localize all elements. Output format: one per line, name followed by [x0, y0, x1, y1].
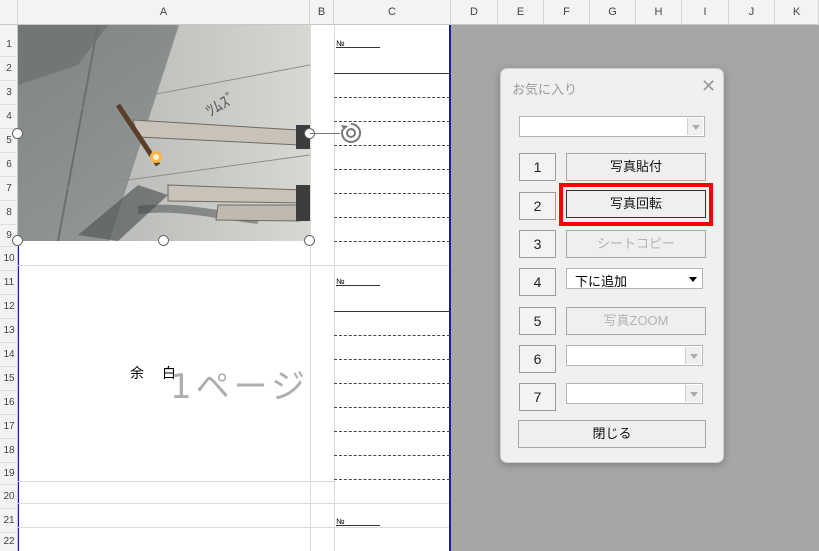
row-header[interactable]: 4 [0, 105, 18, 129]
cell-border [334, 193, 450, 194]
column-header-k[interactable]: K [775, 0, 819, 25]
cell-border [334, 383, 450, 384]
row-header[interactable]: 6 [0, 153, 18, 177]
cell-border [334, 407, 450, 408]
option-6-dropdown[interactable] [566, 345, 703, 366]
cell-border [18, 527, 449, 528]
row-header[interactable]: 3 [0, 81, 18, 105]
add-below-dropdown[interactable]: 下に追加 [566, 268, 703, 289]
column-header-bar: A B C D E F G H I J K [0, 0, 819, 25]
number-button-4[interactable]: 4 [519, 268, 556, 296]
chevron-down-icon[interactable] [687, 118, 703, 135]
cell-border [334, 97, 450, 98]
chevron-down-icon[interactable] [685, 347, 701, 364]
column-header-e[interactable]: E [498, 0, 544, 25]
highlight-box [559, 183, 713, 226]
cell-border [334, 73, 450, 74]
cell-border [334, 169, 450, 170]
number-button-3[interactable]: 3 [519, 230, 556, 258]
number-button-2[interactable]: 2 [519, 192, 556, 220]
resize-handle-bottom-right[interactable] [304, 235, 315, 246]
cell-border [334, 311, 450, 312]
close-button[interactable]: 閉じる [518, 420, 706, 448]
cell-border [18, 265, 449, 266]
cell-border [334, 455, 450, 456]
cell-border [334, 479, 450, 480]
row-header[interactable]: 2 [0, 57, 18, 81]
resize-handle-bottom-left[interactable] [12, 235, 23, 246]
row-header[interactable]: 7 [0, 177, 18, 201]
row-header[interactable]: 21 [0, 509, 18, 533]
row-header[interactable]: 11 [0, 271, 18, 295]
cell-border [334, 359, 450, 360]
cell-border [18, 503, 449, 504]
row-header[interactable]: 1 [0, 33, 18, 57]
row-header-bar: 1 2 3 4 5 6 7 8 9 10 11 12 13 14 15 16 1… [0, 25, 18, 551]
row-header[interactable]: 16 [0, 391, 18, 415]
row-header[interactable]: 12 [0, 295, 18, 319]
column-header-g[interactable]: G [590, 0, 636, 25]
resize-handle-left[interactable] [12, 128, 23, 139]
row-header[interactable]: 13 [0, 319, 18, 343]
row-header[interactable]: 18 [0, 439, 18, 463]
row-header[interactable]: 14 [0, 343, 18, 367]
column-header-d[interactable]: D [451, 0, 498, 25]
cell-border [334, 335, 450, 336]
number-button-1[interactable]: 1 [519, 153, 556, 181]
favorites-dialog[interactable]: お気に入り ✕ 1 写真貼付 2 写真回転 3 シートコピー 4 下に追加 5 … [500, 68, 724, 463]
row-header[interactable]: 22 [0, 533, 18, 551]
number-button-7[interactable]: 7 [519, 383, 556, 411]
close-icon[interactable]: ✕ [701, 76, 716, 97]
photo-zoom-button[interactable]: 写真ZOOM [566, 307, 706, 335]
number-button-5[interactable]: 5 [519, 307, 556, 335]
sheet-copy-button[interactable]: シートコピー [566, 230, 706, 258]
favorites-dropdown[interactable] [519, 116, 705, 137]
chevron-down-icon[interactable] [685, 385, 701, 402]
dialog-title: お気に入り [512, 82, 578, 97]
column-header-j[interactable]: J [729, 0, 775, 25]
column-divider [310, 25, 311, 551]
option-7-dropdown[interactable] [566, 383, 703, 404]
rotate-handle-line [310, 133, 340, 134]
row-header[interactable]: 20 [0, 485, 18, 509]
add-below-dropdown-value: 下に追加 [575, 274, 628, 289]
chevron-down-icon[interactable] [685, 270, 701, 287]
row-header[interactable]: 19 [0, 463, 18, 485]
resize-handle-bottom[interactable] [158, 235, 169, 246]
rotate-icon[interactable] [338, 120, 364, 146]
row-header[interactable]: 17 [0, 415, 18, 439]
cell-border [334, 241, 450, 242]
column-header-h[interactable]: H [636, 0, 682, 25]
paste-photo-button[interactable]: 写真貼付 [566, 153, 706, 181]
no-underline [336, 285, 380, 286]
row-header[interactable]: 10 [0, 247, 18, 271]
cell-border [334, 217, 450, 218]
column-divider [334, 25, 335, 551]
page-border-right [449, 25, 451, 551]
cell-border [18, 481, 334, 482]
column-header-i[interactable]: I [682, 0, 729, 25]
number-button-6[interactable]: 6 [519, 345, 556, 373]
column-header-b[interactable]: B [310, 0, 334, 25]
row-header[interactable]: 15 [0, 367, 18, 391]
row-header[interactable]: 8 [0, 201, 18, 225]
cell-border [334, 431, 450, 432]
column-header-a[interactable]: A [18, 0, 310, 25]
no-underline [336, 525, 380, 526]
page-watermark: 1ページ [170, 367, 309, 407]
column-header-c[interactable]: C [334, 0, 451, 25]
no-underline [336, 47, 380, 48]
photo-image: ﾂﾑｽﾞ [18, 25, 310, 241]
construction-photo[interactable]: ﾂﾑｽﾞ [18, 25, 310, 241]
column-header-f[interactable]: F [544, 0, 590, 25]
select-all-corner[interactable] [0, 0, 18, 25]
